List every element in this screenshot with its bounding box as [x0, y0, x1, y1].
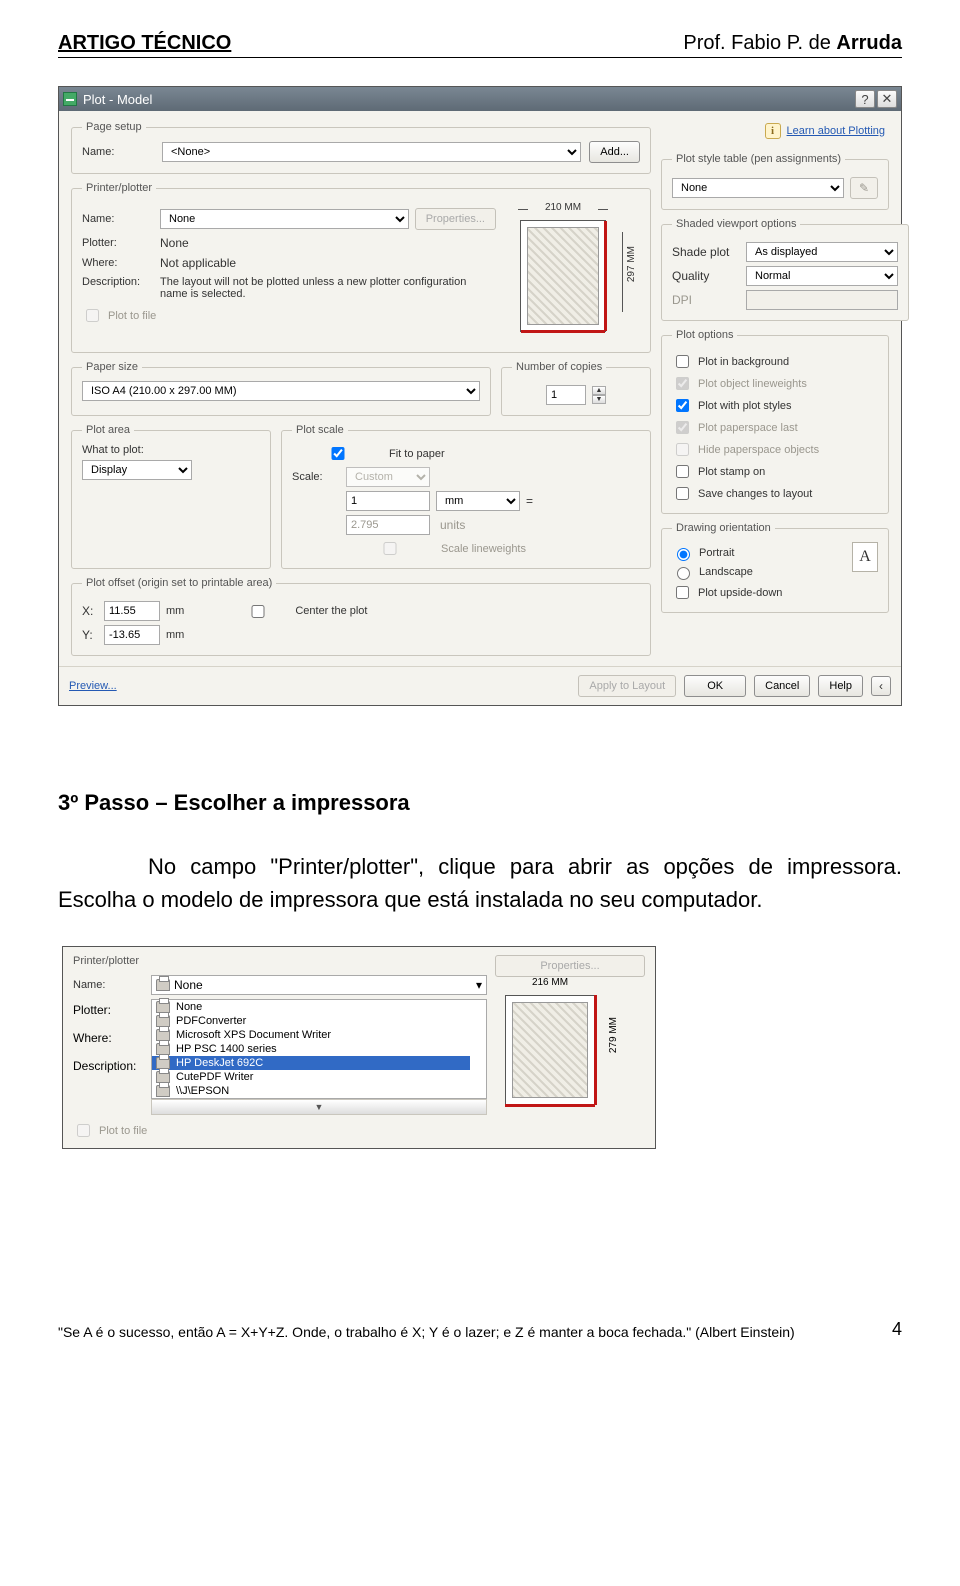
doc-header-right: Prof. Fabio P. de Arruda: [683, 32, 902, 55]
printer-properties-button: Properties...: [415, 208, 496, 230]
offset-y-input[interactable]: [104, 625, 160, 645]
paper-size-group: Paper size ISO A4 (210.00 x 297.00 MM): [71, 361, 491, 416]
page-setup-group: Page setup Name: <None> Add...: [71, 121, 651, 174]
close-titlebar-button[interactable]: ✕: [877, 90, 897, 108]
printer-option[interactable]: Microsoft XPS Document Writer: [152, 1028, 470, 1042]
scrollbar[interactable]: ▲ ▼: [151, 1099, 487, 1115]
plot-styles-checkbox[interactable]: Plot with plot styles: [672, 396, 878, 415]
plot-stamp-checkbox[interactable]: Plot stamp on: [672, 462, 878, 481]
paper-preview-2: 216 MM 279 MM: [495, 977, 627, 1117]
scale-value-1[interactable]: [346, 491, 430, 511]
article-heading: 3º Passo – Escolher a impressora: [58, 790, 902, 816]
scale-lineweights-checkbox: Scale lineweights: [344, 539, 640, 558]
apply-to-layout-button: Apply to Layout: [578, 675, 676, 697]
footer-quote: "Se A é o sucesso, então A = X+Y+Z. Onde…: [58, 1319, 902, 1340]
printer-icon: [156, 979, 170, 991]
hide-paperspace-checkbox: Hide paperspace objects: [672, 440, 878, 459]
fit-to-paper-checkbox[interactable]: Fit to paper: [292, 444, 640, 463]
paper-preview: 210 MM 297 MM: [506, 202, 636, 342]
where-value: Not applicable: [160, 256, 236, 270]
plot-offset-group: Plot offset (origin set to printable are…: [71, 577, 651, 656]
plot-options-group: Plot options Plot in background Plot obj…: [661, 329, 889, 514]
properties-button-2: Properties...: [495, 955, 645, 977]
copies-input[interactable]: [546, 385, 586, 405]
printer-description: The layout will not be plotted unless a …: [160, 276, 470, 300]
printer-option[interactable]: PDFConverter: [152, 1014, 470, 1028]
orientation-preview-icon: A: [852, 542, 878, 572]
plot-dialog-icon: [63, 92, 77, 106]
printer-option[interactable]: \\J\EPSON: [152, 1084, 470, 1098]
printer-plotter-group: Printer/plotter Name: None Properties...…: [71, 182, 651, 353]
plot-scale-group: Plot scale Fit to paper Scale: Custom mm…: [281, 424, 651, 569]
paper-height-label: 297 MM: [626, 246, 637, 282]
plotter-value: None: [160, 236, 189, 250]
orientation-group: Drawing orientation Portrait Landscape A…: [661, 522, 889, 613]
printer-name-select[interactable]: None: [160, 209, 409, 229]
save-layout-checkbox[interactable]: Save changes to layout: [672, 484, 878, 503]
plot-dialog: Plot - Model ? ✕ Page setup Name: <None>…: [58, 86, 902, 706]
dialog-title: Plot - Model: [83, 92, 152, 107]
plot-background-checkbox[interactable]: Plot in background: [672, 352, 878, 371]
article-paragraph: No campo "Printer/plotter", clique para …: [58, 850, 902, 916]
plot-area-select[interactable]: Display: [82, 460, 192, 480]
plot-lineweights-checkbox: Plot object lineweights: [672, 374, 878, 393]
learn-plotting-link[interactable]: Learn about Plotting: [787, 125, 885, 137]
scale-unit-1[interactable]: mm: [436, 491, 520, 511]
plot-to-file-checkbox-2: Plot to file: [73, 1121, 487, 1140]
scale-value-2: [346, 515, 430, 535]
printer-option[interactable]: CutePDF Writer: [152, 1070, 470, 1084]
doc-header: ARTIGO TÉCNICO Prof. Fabio P. de Arruda: [58, 32, 902, 58]
printer-option[interactable]: HP PSC 1400 series: [152, 1042, 470, 1056]
copies-spinner[interactable]: ▲▼: [592, 386, 606, 404]
plot-area-group: Plot area What to plot: Display: [71, 424, 271, 569]
help-titlebar-button[interactable]: ?: [855, 90, 875, 108]
printer-select-2[interactable]: None ▾: [151, 975, 487, 995]
upside-down-checkbox[interactable]: Plot upside-down: [672, 583, 878, 602]
dpi-input: [746, 290, 898, 310]
shade-plot-select[interactable]: As displayed: [746, 242, 898, 262]
paper-width-label: 210 MM: [520, 202, 606, 213]
help-button[interactable]: Help: [818, 675, 863, 697]
center-plot-checkbox[interactable]: Center the plot: [226, 602, 367, 621]
add-page-setup-button[interactable]: Add...: [589, 141, 640, 163]
printer-dropdown-list[interactable]: NonePDFConverterMicrosoft XPS Document W…: [151, 999, 487, 1099]
scroll-down-icon[interactable]: ▼: [151, 1099, 487, 1115]
plot-style-group: Plot style table (pen assignments) None …: [661, 153, 889, 210]
ok-button[interactable]: OK: [684, 675, 746, 697]
paper-size-select[interactable]: ISO A4 (210.00 x 297.00 MM): [82, 381, 480, 401]
copies-group: Number of copies ▲▼: [501, 361, 651, 416]
printer-plotter-group-2: Printer/plotter Name: None ▾ Plotter: Wh…: [73, 955, 487, 1140]
printer-option[interactable]: None: [152, 1000, 470, 1014]
plot-style-select[interactable]: None: [672, 178, 844, 198]
cancel-button[interactable]: Cancel: [754, 675, 810, 697]
printer-icon: [156, 1085, 170, 1097]
page-setup-name-label: Name:: [82, 146, 154, 158]
scale-select: Custom: [346, 467, 430, 487]
info-icon: i: [765, 123, 781, 139]
preview-link[interactable]: Preview...: [69, 680, 117, 692]
printer-name-label: Name:: [82, 213, 154, 225]
page-setup-name-select[interactable]: <None>: [162, 142, 581, 162]
edit-pen-button: ✎: [850, 177, 878, 199]
quality-select[interactable]: Normal: [746, 266, 898, 286]
plot-paperspace-checkbox: Plot paperspace last: [672, 418, 878, 437]
printer-option[interactable]: HP DeskJet 692C: [152, 1056, 470, 1070]
plot-to-file-checkbox: Plot to file: [82, 306, 156, 325]
dialog-footer: Preview... Apply to Layout OK Cancel Hel…: [59, 666, 901, 705]
printer-dropdown-screenshot: Printer/plotter Name: None ▾ Plotter: Wh…: [62, 946, 656, 1149]
page-number: 4: [874, 1319, 902, 1340]
titlebar[interactable]: Plot - Model ? ✕: [59, 87, 901, 111]
landscape-radio[interactable]: Landscape: [672, 564, 846, 580]
offset-x-input[interactable]: [104, 601, 160, 621]
portrait-radio[interactable]: Portrait: [672, 545, 846, 561]
doc-header-left: ARTIGO TÉCNICO: [58, 32, 231, 55]
collapse-button[interactable]: ‹: [871, 676, 891, 696]
shaded-viewport-group: Shaded viewport options Shade plotAs dis…: [661, 218, 909, 321]
